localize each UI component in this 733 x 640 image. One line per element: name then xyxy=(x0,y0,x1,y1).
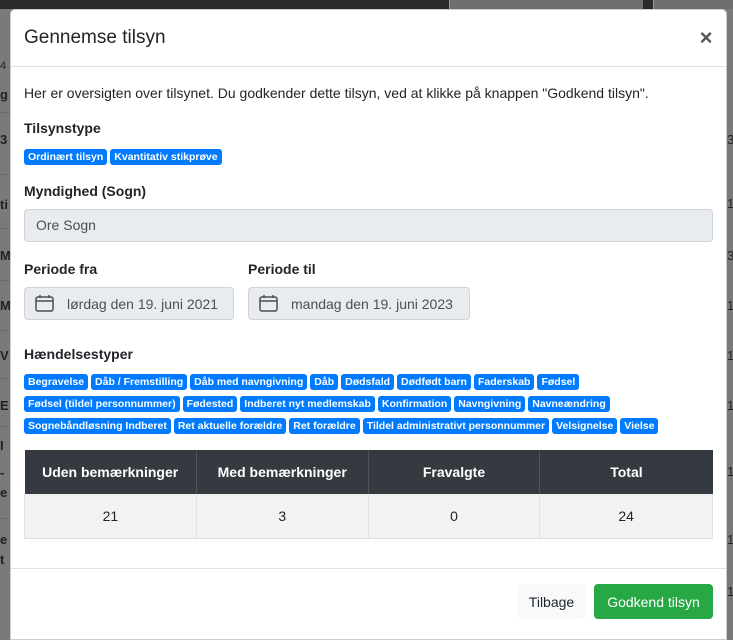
background-text: t xyxy=(0,552,5,567)
badge: Fødested xyxy=(182,396,238,412)
background-text: ti xyxy=(0,197,8,212)
modal-header: Gennemse tilsyn × xyxy=(11,10,726,67)
background-text: g xyxy=(0,87,8,102)
background-divider xyxy=(0,228,10,229)
approve-inspection-button[interactable]: Godkend tilsyn xyxy=(594,584,713,619)
calendar-icon xyxy=(35,295,54,312)
background-text: 1 xyxy=(727,464,733,479)
review-inspection-modal: Gennemse tilsyn × Her er oversigten over… xyxy=(10,9,727,640)
periode-fra-value: lørdag den 19. juni 2021 xyxy=(67,295,218,312)
myndighed-label: Myndighed (Sogn) xyxy=(24,183,147,199)
column-header: Uden bemærkninger xyxy=(24,450,197,494)
background-text: 1 xyxy=(727,196,733,211)
column-header: Fravalgte xyxy=(368,450,541,494)
badge: Dødfødt barn xyxy=(397,374,471,390)
background-text: 3 xyxy=(0,132,8,147)
badge: Faderskab xyxy=(473,374,535,390)
periode-fra-field: lørdag den 19. juni 2021 xyxy=(24,287,234,320)
intro-text: Her er oversigten over tilsynet. Du godk… xyxy=(24,85,649,101)
background-divider xyxy=(0,330,10,331)
background-button xyxy=(449,0,643,9)
badge: Kvantitativ stikprøve xyxy=(110,149,222,165)
background-divider xyxy=(0,426,10,427)
background-divider xyxy=(0,518,10,519)
background-text: M xyxy=(0,248,10,263)
badge: Ret aktuelle forældre xyxy=(173,418,287,434)
tilsynstype-label: Tilsynstype xyxy=(24,120,101,136)
badge: Indberet nyt medlemskab xyxy=(240,396,375,412)
background-text: 1 xyxy=(727,398,733,413)
badge: Dåb / Fremstilling xyxy=(91,374,188,390)
badge: Ret forældre xyxy=(289,418,360,434)
badge: Begravelse xyxy=(24,374,89,390)
column-header: Med bemærkninger xyxy=(196,450,369,494)
table-cell: 3 xyxy=(196,494,369,539)
badge: Navngivning xyxy=(454,396,526,412)
periode-fra-label: Periode fra xyxy=(24,261,98,277)
background-text: 1 xyxy=(727,532,733,547)
periode-til-label: Periode til xyxy=(248,261,316,277)
background-text: V xyxy=(0,348,9,363)
column-header: Total xyxy=(539,450,713,494)
badge: Navneændring xyxy=(528,396,610,412)
badge: Velsignelse xyxy=(552,418,618,434)
background-text: 3 xyxy=(727,132,733,147)
background-divider xyxy=(0,112,10,113)
tilsynstype-badges: Ordinært tilsyn Kvantitativ stikprøve xyxy=(24,149,222,165)
table-cell: 24 xyxy=(539,494,713,539)
background-text: 1 xyxy=(727,348,733,363)
background-divider xyxy=(0,378,10,379)
badge: Tildel administrativt personnummer xyxy=(362,418,550,434)
badge: Fødsel (tildel personnummer) xyxy=(24,396,180,412)
table-row: 21 3 0 24 xyxy=(24,494,713,539)
background-text: E xyxy=(0,398,9,413)
periode-til-field: mandag den 19. juni 2023 xyxy=(248,287,470,320)
background-text: 1 xyxy=(727,584,733,599)
background-divider xyxy=(0,280,10,281)
background-text: 4 xyxy=(0,60,7,72)
background-divider xyxy=(0,174,10,175)
haendelsestyper-badges: Begravelse Dåb / Fremstilling Dåb med na… xyxy=(24,374,694,434)
table-header-row: Uden bemærkninger Med bemærkninger Frava… xyxy=(24,450,713,494)
haendelsestyper-label: Hændelsestyper xyxy=(24,346,133,362)
background-text: I xyxy=(0,438,4,453)
background-text: 1 xyxy=(727,298,733,313)
badge: Konfirmation xyxy=(377,396,452,412)
periode-til-value: mandag den 19. juni 2023 xyxy=(291,295,453,312)
table-cell: 21 xyxy=(24,494,197,539)
badge: Dødsfald xyxy=(341,374,395,390)
badge: Sognebåndløsning Indberet xyxy=(24,418,171,434)
badge: Dåb med navngivning xyxy=(190,374,308,390)
calendar-icon xyxy=(259,295,278,312)
modal-title: Gennemse tilsyn xyxy=(24,27,166,48)
badge: Ordinært tilsyn xyxy=(24,149,108,165)
background-button xyxy=(653,0,733,9)
table-cell: 0 xyxy=(368,494,541,539)
badge: Vielse xyxy=(620,418,659,434)
modal-footer: Tilbage Godkend tilsyn xyxy=(11,568,726,640)
background-text: - xyxy=(0,465,5,480)
background-text: e xyxy=(0,532,8,547)
background-text: M xyxy=(0,298,10,313)
background-text: e xyxy=(0,485,8,500)
close-icon[interactable]: × xyxy=(699,27,713,49)
stats-table: Uden bemærkninger Med bemærkninger Frava… xyxy=(24,450,713,539)
badge: Dåb xyxy=(310,374,339,390)
back-button[interactable]: Tilbage xyxy=(517,584,586,619)
myndighed-field: Ore Sogn xyxy=(24,209,713,242)
badge: Fødsel xyxy=(537,374,580,390)
background-text: 3 xyxy=(727,248,733,263)
